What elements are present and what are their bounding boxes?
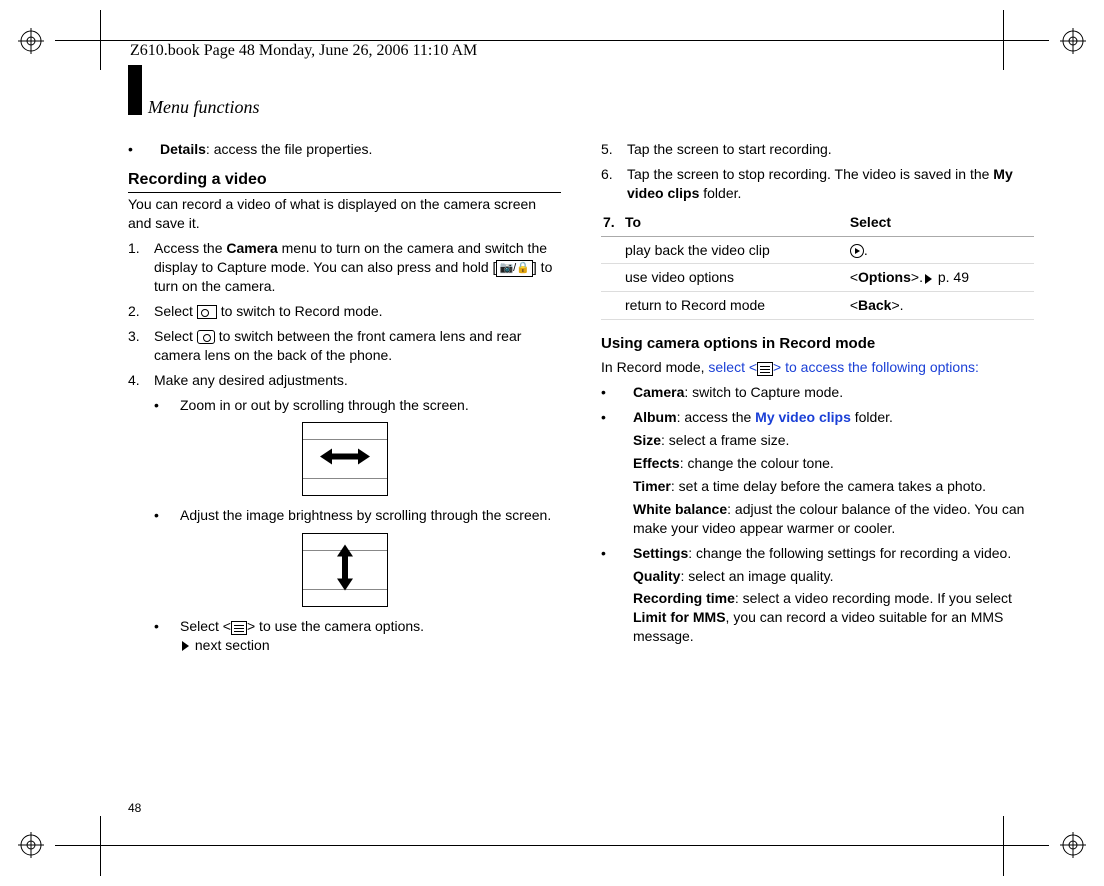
using-intro: In Record mode, select <> to access the …: [601, 358, 1034, 377]
options-menu-icon: [231, 621, 247, 635]
draft-header: Z610.book Page 48 Monday, June 26, 2006 …: [130, 40, 477, 62]
registration-mark-bottom-left: [18, 832, 44, 858]
vertical-scroll-diagram: [302, 533, 388, 607]
list-item: • Adjust the image brightness by scrolli…: [154, 506, 561, 525]
heading-recording-video: Recording a video: [128, 169, 561, 194]
crop-tick: [100, 10, 101, 70]
page: Z610.book Page 48 Monday, June 26, 2006 …: [0, 0, 1104, 886]
triangle-right-icon: [925, 274, 932, 284]
list-item: • Album: access the My video clips folde…: [601, 408, 1034, 537]
horizontal-scroll-diagram: [302, 422, 388, 496]
right-column: 5. Tap the screen to start recording. 6.…: [601, 140, 1034, 796]
registration-mark-top-left: [18, 28, 44, 54]
step-3: 3. Select to switch between the front ca…: [128, 327, 561, 365]
page-number: 48: [128, 800, 141, 816]
step-5: 5. Tap the screen to start recording.: [601, 140, 1034, 159]
step-2: 2. Select to switch to Record mode.: [128, 302, 561, 321]
crop-tick: [100, 816, 101, 876]
list-item: • Details: access the file properties.: [128, 140, 561, 159]
table-header-select: Select: [848, 209, 1034, 236]
options-menu-icon: [757, 362, 773, 376]
camera-hold-key-icon: 📷/🔒: [496, 260, 532, 277]
list-item: • Camera: switch to Capture mode.: [601, 383, 1034, 402]
table-row-number: 7.: [601, 209, 623, 236]
section-bar-icon: [128, 65, 142, 115]
table-header-to: To: [623, 209, 848, 236]
list-item: • Select <> to use the camera options. n…: [154, 617, 561, 655]
triangle-right-icon: [182, 641, 189, 651]
heading-using-camera-options: Using camera options in Record mode: [601, 334, 1034, 354]
content-area: Menu functions • Details: access the fil…: [118, 60, 1044, 826]
columns: • Details: access the file properties. R…: [128, 140, 1034, 796]
switch-camera-icon: [197, 330, 215, 344]
horizontal-arrow-icon: [320, 447, 370, 472]
registration-mark-bottom-right: [1060, 832, 1086, 858]
table-row: use video options <Options>. p. 49: [601, 264, 1034, 292]
step-1: 1. Access the Camera menu to turn on the…: [128, 239, 561, 296]
step-6: 6. Tap the screen to stop recording. The…: [601, 165, 1034, 203]
record-mode-icon: [197, 305, 217, 319]
table-row: return to Record mode <Back>.: [601, 292, 1034, 320]
details-desc: : access the file properties.: [206, 141, 373, 157]
options-table: 7. To Select play back the video clip . …: [601, 209, 1034, 321]
play-icon: [850, 244, 864, 258]
table-row: play back the video clip .: [601, 236, 1034, 264]
registration-mark-top-right: [1060, 28, 1086, 54]
details-label: Details: [160, 141, 206, 157]
vertical-arrow-icon: [335, 545, 355, 596]
list-item: • Zoom in or out by scrolling through th…: [154, 396, 561, 415]
crop-line-bottom: [55, 845, 1049, 846]
left-column: • Details: access the file properties. R…: [128, 140, 561, 796]
section-title: Menu functions: [148, 95, 259, 119]
list-item: • Settings: change the following setting…: [601, 544, 1034, 646]
record-intro: You can record a video of what is displa…: [128, 195, 561, 233]
step-4: 4. Make any desired adjustments.: [128, 371, 561, 390]
